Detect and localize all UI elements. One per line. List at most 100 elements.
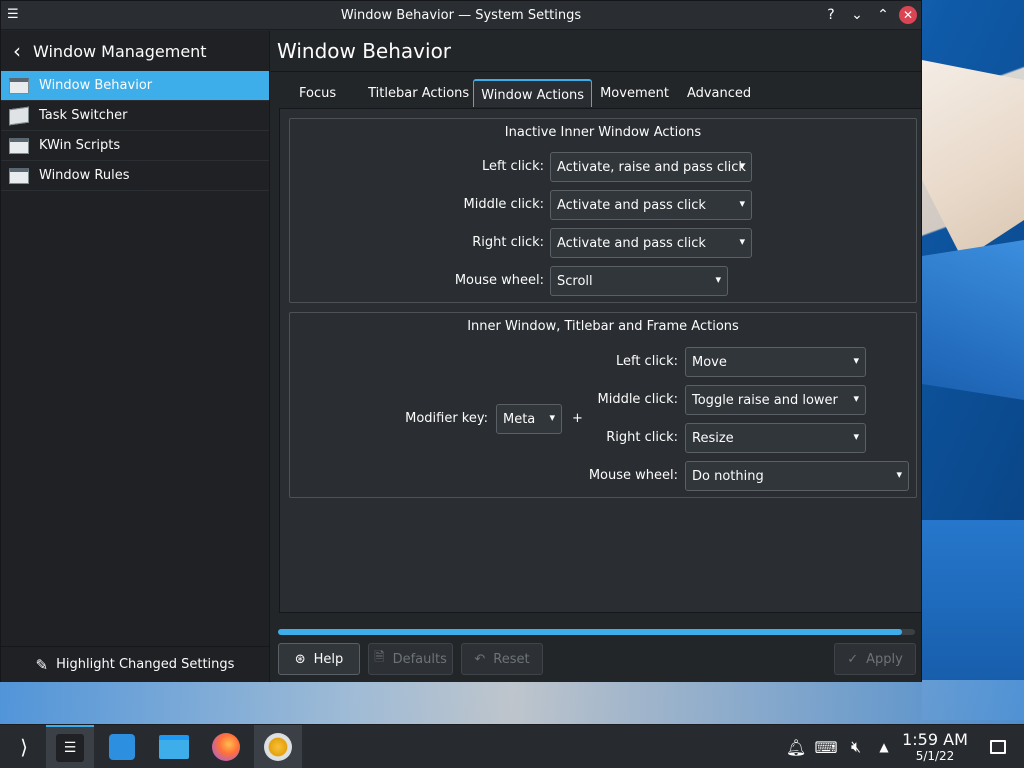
window-icon [9,77,29,94]
window-actions-panel: Inactive Inner Window Actions Left click… [279,108,922,613]
tab-advanced[interactable]: Advanced [677,79,761,107]
tab-bar: Focus Titlebar Actions Window Actions Mo… [279,79,761,107]
help-button[interactable]: ⊛ Help [278,643,360,675]
chevron-down-icon: ▾ [853,392,859,405]
taskbar: ⟩ ☰ 🔔︎ ⌨ 🔇︎ ▲ 1:59 AM 5/1/22 [0,724,1024,768]
chevron-down-icon: ▾ [853,430,859,443]
wallpaper-shape [922,60,1024,260]
show-desktop[interactable] [984,725,1012,768]
defaults-button[interactable]: 🗎 Defaults [368,643,453,675]
application-launcher[interactable]: ⟩ [0,725,48,768]
tray-notifications[interactable]: 🔔︎ [783,725,809,768]
inactive-left-click-select[interactable]: Activate, raise and pass click ▾ [550,152,752,182]
show-desktop-icon [990,740,1006,754]
chevron-down-icon: ▾ [896,468,902,481]
frame-mouse-wheel-select[interactable]: Do nothing ▾ [685,461,909,491]
settings-app-icon[interactable]: ☰ [7,7,23,23]
store-bag-icon [109,734,135,760]
taskbar-update-notifier[interactable] [254,725,302,768]
tab-movement[interactable]: Movement [592,79,677,107]
modifier-key-label: Modifier key: [405,411,488,426]
sidebar-item-label: Window Rules [39,168,130,183]
chevron-down-icon: ▾ [739,159,745,172]
sidebar-header[interactable]: ‹ Window Management [1,31,269,71]
close-icon[interactable]: ✕ [899,6,917,24]
chevron-down-icon: ▾ [853,354,859,367]
tray-expand[interactable]: ▲ [871,725,897,768]
taskbar-file-manager[interactable] [150,725,198,768]
check-icon: ✓ [847,651,859,667]
window-icon [9,137,29,154]
apply-button[interactable]: ✓ Apply [834,643,916,675]
task-switcher-icon [9,106,29,125]
frame-left-click-select[interactable]: Move ▾ [685,347,866,377]
frame-right-click-label: Right click: [606,430,678,445]
tab-focus[interactable]: Focus [279,79,366,107]
sidebar-item-kwin-scripts[interactable]: KWin Scripts [1,131,269,161]
sidebar-item-window-behavior[interactable]: Window Behavior [1,71,269,101]
chevron-down-icon: ▾ [739,197,745,210]
sidebar-item-label: Task Switcher [39,108,128,123]
defaults-button-label: Defaults [392,651,447,667]
help-lifebuoy-icon: ⊛ [294,651,306,667]
clock-date: 5/1/22 [915,749,955,763]
combo-value: Activate and pass click [557,197,706,213]
combo-value: Toggle raise and lower [692,392,838,408]
divider [271,71,921,72]
combo-value: Activate, raise and pass click [557,159,746,175]
inactive-left-click-label: Left click: [481,159,544,174]
help-button-label: Help [313,651,344,667]
page-title: Window Behavior [277,39,452,63]
tab-window-actions[interactable]: Window Actions [473,79,593,107]
wallpaper-shape [922,240,1024,400]
tray-keyboard[interactable]: ⌨ [813,725,839,768]
sidebar-item-label: KWin Scripts [39,138,121,153]
taskbar-system-settings[interactable]: ☰ [46,725,94,768]
minimize-icon[interactable]: ⌄ [847,5,867,25]
help-icon[interactable]: ? [821,5,841,25]
main-panel: Window Behavior Focus Titlebar Actions W… [271,31,922,682]
plus-sign: + [572,411,583,426]
settings-app-icon: ☰ [56,734,84,762]
digital-clock[interactable]: 1:59 AM 5/1/22 [896,731,974,764]
combo-value: Move [692,354,727,370]
back-arrow-icon[interactable]: ‹ [13,39,21,63]
combo-value: Resize [692,430,734,446]
highlight-changed-settings-button[interactable]: ✎ Highlight Changed Settings [1,646,269,682]
reset-button[interactable]: ↶ Reset [461,643,543,675]
folder-icon [159,735,189,759]
sidebar-item-window-rules[interactable]: Window Rules [1,161,269,191]
chevron-down-icon: ▾ [715,273,721,286]
frame-middle-click-select[interactable]: Toggle raise and lower ▾ [685,385,866,415]
inactive-right-click-select[interactable]: Activate and pass click ▾ [550,228,752,258]
undo-icon: ↶ [474,651,486,667]
taskbar-firefox[interactable] [202,725,250,768]
frame-middle-click-label: Middle click: [597,392,678,407]
firefox-icon [212,733,240,761]
sidebar: ‹ Window Management Window Behavior Task… [1,31,270,682]
inactive-middle-click-label: Middle click: [463,197,544,212]
sidebar-item-task-switcher[interactable]: Task Switcher [1,101,269,131]
inactive-middle-click-select[interactable]: Activate and pass click ▾ [550,190,752,220]
taskbar-discover[interactable] [98,725,146,768]
maximize-icon[interactable]: ⌃ [873,5,893,25]
inactive-mouse-wheel-select[interactable]: Scroll ▾ [550,266,728,296]
apply-button-label: Apply [866,651,903,667]
bell-icon: 🔔︎ [785,737,807,757]
combo-value: Scroll [557,273,593,289]
modifier-key-select[interactable]: Meta ▾ [496,404,562,434]
frame-right-click-select[interactable]: Resize ▾ [685,423,866,453]
keyboard-icon: ⌨ [814,737,838,757]
tab-titlebar-actions[interactable]: Titlebar Actions [366,79,473,107]
frame-mouse-wheel-label: Mouse wheel: [588,468,678,483]
combo-value: Meta [503,411,536,427]
tray-volume[interactable]: 🔇︎ [843,725,869,768]
group-title: Inner Window, Titlebar and Frame Actions [467,319,739,334]
combo-value: Activate and pass click [557,235,706,251]
volume-muted-icon: 🔇︎ [850,737,862,756]
window-title: Window Behavior — System Settings [340,7,582,23]
inactive-right-click-label: Right click: [472,235,544,250]
update-icon [264,733,292,761]
titlebar[interactable]: ☰ Window Behavior — System Settings ? ⌄ … [1,1,921,30]
wallpaper-shape [0,680,1024,724]
